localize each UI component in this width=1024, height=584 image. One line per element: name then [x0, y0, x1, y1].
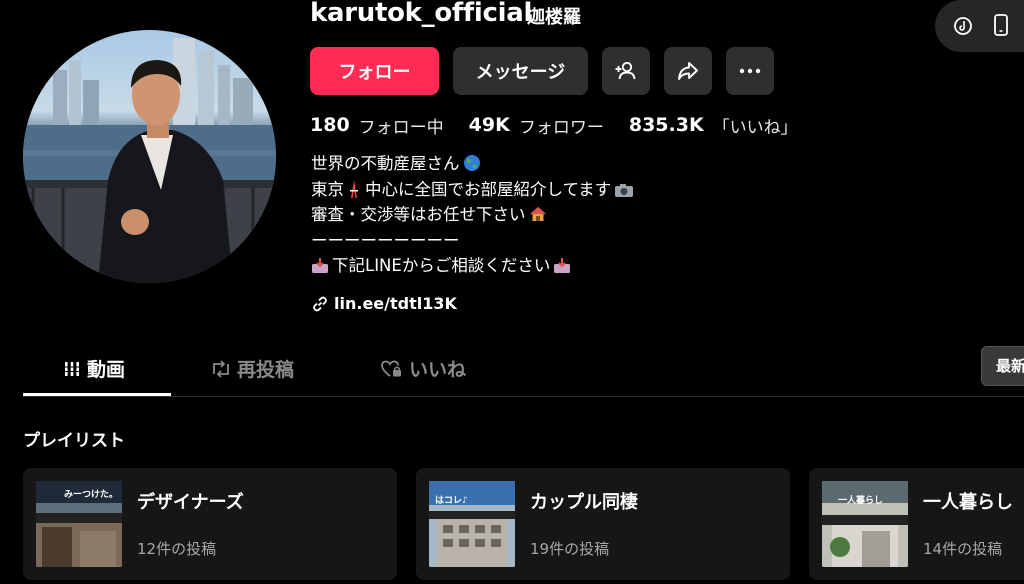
house-icon: [529, 205, 547, 223]
playlist-count: 19件の投稿: [530, 540, 610, 558]
share-icon: [678, 62, 698, 80]
followers-count[interactable]: 49K: [469, 114, 510, 136]
playlist-thumbnail-caption: はコレ♪: [435, 496, 468, 506]
ellipsis-icon: [739, 68, 761, 74]
mobile-app-icon[interactable]: [993, 14, 1009, 36]
content-tabs: 動画 再投稿 いいね: [23, 340, 1024, 397]
top-actions-bar: [935, 0, 1024, 52]
tabs-divider: [23, 396, 1024, 397]
playlist-card[interactable]: 一人暮らし 一人暮らし 14件の投稿: [809, 468, 1024, 580]
tab-videos[interactable]: 動画: [65, 340, 125, 397]
heart-lock-icon: [381, 360, 401, 377]
playlist-thumbnail-caption: 一人暮らし: [838, 496, 884, 506]
bio-line: 東京 中心に全国でお部屋紹介してます: [311, 177, 634, 203]
playlists-heading: プレイリスト: [23, 431, 125, 451]
add-friend-button[interactable]: [602, 47, 650, 95]
likes-count: 835.3K: [628, 114, 704, 136]
share-button[interactable]: [664, 47, 712, 95]
tab-reposts-label: 再投稿: [237, 359, 295, 381]
tiktok-studio-icon[interactable]: [953, 16, 973, 36]
profile-link[interactable]: lin.ee/tdtl13K: [311, 294, 457, 313]
playlist-card[interactable]: はコレ♪ カップル同棲 19件の投稿: [416, 468, 790, 580]
playlist-card[interactable]: みーつけた。 デザイナーズ 12件の投稿: [23, 468, 397, 580]
message-button[interactable]: メッセージ: [453, 47, 588, 95]
profile-nickname: 迦楼羅: [527, 7, 581, 28]
tokyo-tower-icon: [347, 179, 361, 198]
profile-bio: 世界の不動産屋さん 東京 中心に全国でお部屋紹介してます 審査・交渉等はお任せ下さ…: [311, 151, 634, 279]
tab-likes[interactable]: いいね: [381, 340, 466, 397]
playlist-thumbnail: 一人暮らし: [822, 481, 908, 567]
repost-icon: [213, 359, 229, 378]
playlist-thumbnail: みーつけた。: [36, 481, 122, 567]
inbox-tray-icon: [311, 258, 329, 274]
playlist-title: デザイナーズ: [137, 492, 244, 513]
grid-icon: [65, 361, 79, 376]
globe-icon: [463, 154, 481, 172]
playlist-count: 14件の投稿: [923, 540, 1003, 558]
playlist-count: 12件の投稿: [137, 540, 217, 558]
playlist-title: 一人暮らし: [923, 492, 1013, 513]
inbox-tray-icon: [553, 258, 571, 274]
follow-button[interactable]: フォロー: [310, 47, 439, 95]
bio-line: 世界の不動産屋さん: [311, 151, 634, 177]
tab-likes-label: いいね: [409, 359, 467, 381]
playlist-title: カップル同棲: [530, 492, 638, 513]
bio-line: 審査・交渉等はお任せ下さい: [311, 202, 634, 228]
tab-reposts[interactable]: 再投稿: [211, 340, 294, 397]
playlist-thumbnail-caption: みーつけた。: [64, 490, 119, 500]
profile-stats: 180 フォロー中 49K フォロワー 835.3K 「いいね」: [310, 111, 798, 139]
bio-line: 下記LINEからご相談ください: [311, 253, 634, 279]
link-icon: [313, 296, 327, 311]
playlist-thumbnail: はコレ♪: [429, 481, 515, 567]
tab-videos-label: 動画: [87, 359, 126, 381]
add-user-icon: [615, 61, 636, 80]
more-options-button[interactable]: [726, 47, 774, 95]
likes-label: 「いいね」: [712, 117, 798, 138]
profile-link-text[interactable]: lin.ee/tdtl13K: [334, 294, 457, 313]
following-label[interactable]: フォロー中: [359, 113, 444, 138]
avatar: [23, 30, 276, 283]
following-count[interactable]: 180: [310, 114, 350, 136]
profile-username: karutok_official: [310, 0, 533, 28]
followers-label[interactable]: フォロワー: [519, 113, 604, 138]
sort-latest-button[interactable]: 最新: [981, 346, 1024, 386]
camera-icon: [614, 182, 634, 198]
bio-line: ーーーーーーーーー: [311, 230, 460, 250]
